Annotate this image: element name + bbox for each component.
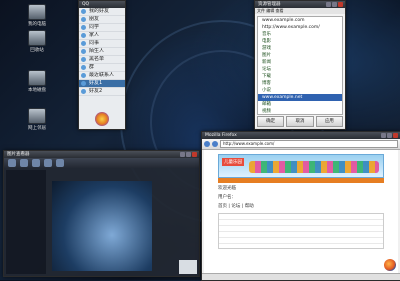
- tree-view[interactable]: www.example.com http://www.example.com/ …: [257, 16, 343, 115]
- minimize-icon[interactable]: [180, 152, 185, 157]
- tree-item[interactable]: 图片: [258, 52, 342, 59]
- web-page[interactable]: 儿童乐园 欢迎光临 用户名： 首页 | 论坛 | 帮助: [204, 150, 398, 274]
- tree-item[interactable]: 小说: [258, 87, 342, 94]
- contact-row-selected[interactable]: 好友1: [79, 80, 125, 88]
- contact-row[interactable]: 家人: [79, 32, 125, 40]
- explorer-window[interactable]: 资源管理器 文件 编辑 查看 www.example.com http://ww…: [254, 0, 346, 130]
- site-logo[interactable]: 儿童乐园: [222, 158, 244, 166]
- contact-list[interactable]: 我的好友 朋友 同学 家人 同事 陌生人 黑名单 群 最近联系人 好友1 好友2: [79, 8, 125, 96]
- maximize-icon[interactable]: [332, 2, 337, 7]
- tree-item[interactable]: 论坛: [258, 66, 342, 73]
- viewer-image: [52, 181, 152, 271]
- back-icon[interactable]: [204, 141, 210, 147]
- back-icon[interactable]: [8, 159, 16, 167]
- browser-title: Mozilla Firefox: [202, 132, 400, 139]
- desktop-icon-label: 回收站: [30, 48, 44, 53]
- browser-navbar: http://www.example.com/: [202, 139, 400, 150]
- zoom-icon[interactable]: [32, 159, 40, 167]
- computer-icon: [28, 4, 46, 20]
- desktop-icon-computer[interactable]: 我的电脑: [20, 4, 54, 27]
- contact-row[interactable]: 陌生人: [79, 48, 125, 56]
- tree-item[interactable]: 视频: [258, 108, 342, 114]
- tree-item[interactable]: 新闻: [258, 59, 342, 66]
- tree-item[interactable]: http://www.example.com/: [258, 24, 342, 31]
- viewer-sidebar[interactable]: [6, 170, 46, 274]
- content-box: [218, 213, 384, 249]
- tree-item[interactable]: 邮箱: [258, 101, 342, 108]
- forward-icon[interactable]: [20, 159, 28, 167]
- qq-title: QQ: [79, 1, 125, 8]
- tree-item[interactable]: 博客: [258, 80, 342, 87]
- tree-item[interactable]: 电影: [258, 38, 342, 45]
- page-text: 欢迎光临: [218, 186, 236, 191]
- minimize-icon[interactable]: [326, 2, 331, 7]
- contact-row[interactable]: 黑名单: [79, 56, 125, 64]
- page-links[interactable]: 首页 | 论坛 | 帮助: [218, 204, 384, 210]
- apply-button[interactable]: 应用: [315, 116, 343, 127]
- window-controls: [180, 152, 197, 157]
- explorer-buttons: 确定 取消 应用: [257, 116, 343, 127]
- contact-row[interactable]: 我的好友: [79, 8, 125, 16]
- contact-row[interactable]: 朋友: [79, 16, 125, 24]
- address-bar[interactable]: http://www.example.com/: [220, 140, 398, 148]
- tree-item[interactable]: 游戏: [258, 45, 342, 52]
- browser-window[interactable]: Mozilla Firefox http://www.example.com/ …: [201, 131, 400, 281]
- contact-row[interactable]: 群: [79, 64, 125, 72]
- contact-row[interactable]: 同学: [79, 24, 125, 32]
- status-bar: [202, 273, 400, 280]
- maximize-icon[interactable]: [186, 152, 191, 157]
- desktop-icon-label: 本地磁盘: [28, 88, 46, 93]
- qq-logo-icon: [95, 112, 109, 126]
- tree-item[interactable]: www.example.com: [258, 17, 342, 24]
- network-icon: [28, 108, 46, 124]
- explorer-title: 资源管理器: [255, 1, 345, 8]
- viewer-thumbnail[interactable]: [179, 260, 197, 274]
- contact-row[interactable]: 同事: [79, 40, 125, 48]
- ok-button[interactable]: 确定: [257, 116, 285, 127]
- desktop-icon-label: 我的电脑: [28, 22, 46, 27]
- tree-item[interactable]: 下载: [258, 73, 342, 80]
- window-controls: [326, 2, 343, 7]
- viewer-toolbar: [4, 158, 199, 168]
- desktop-icon-drive[interactable]: 本地磁盘: [20, 70, 54, 93]
- explorer-title-text: 资源管理器: [258, 2, 281, 7]
- banner-artwork: [249, 161, 379, 173]
- close-icon[interactable]: [192, 152, 197, 157]
- close-icon[interactable]: [393, 133, 398, 138]
- maximize-icon[interactable]: [387, 133, 392, 138]
- image-viewer-window[interactable]: 图片查看器: [3, 150, 200, 277]
- close-icon[interactable]: [338, 2, 343, 7]
- qq-window[interactable]: QQ 我的好友 朋友 同学 家人 同事 陌生人 黑名单 群 最近联系人 好友1 …: [78, 0, 126, 130]
- contact-row[interactable]: 好友2: [79, 88, 125, 96]
- cancel-button[interactable]: 取消: [286, 116, 314, 127]
- explorer-menu[interactable]: 文件 编辑 查看: [255, 8, 345, 14]
- site-nav[interactable]: [218, 178, 384, 183]
- desktop-icon-recycle[interactable]: 回收站: [20, 30, 54, 53]
- contact-row[interactable]: 最近联系人: [79, 72, 125, 80]
- forward-icon[interactable]: [212, 141, 218, 147]
- window-controls: [381, 133, 398, 138]
- page-text: 用户名：: [218, 195, 236, 200]
- delete-icon[interactable]: [56, 159, 64, 167]
- firefox-logo-icon: [384, 259, 396, 271]
- rotate-icon[interactable]: [44, 159, 52, 167]
- browser-title-text: Mozilla Firefox: [205, 133, 237, 138]
- viewer-title-text: 图片查看器: [7, 152, 30, 157]
- viewer-title: 图片查看器: [4, 151, 199, 158]
- drive-icon: [28, 70, 46, 86]
- desktop-icon-label: 网上邻居: [28, 126, 46, 131]
- recycle-bin-icon: [28, 30, 46, 46]
- site-banner: 儿童乐园: [218, 154, 384, 178]
- tree-item-selected[interactable]: www.example.net: [258, 94, 342, 101]
- tree-item[interactable]: 音乐: [258, 31, 342, 38]
- desktop-icon-drive-2[interactable]: 网上邻居: [20, 108, 54, 131]
- minimize-icon[interactable]: [381, 133, 386, 138]
